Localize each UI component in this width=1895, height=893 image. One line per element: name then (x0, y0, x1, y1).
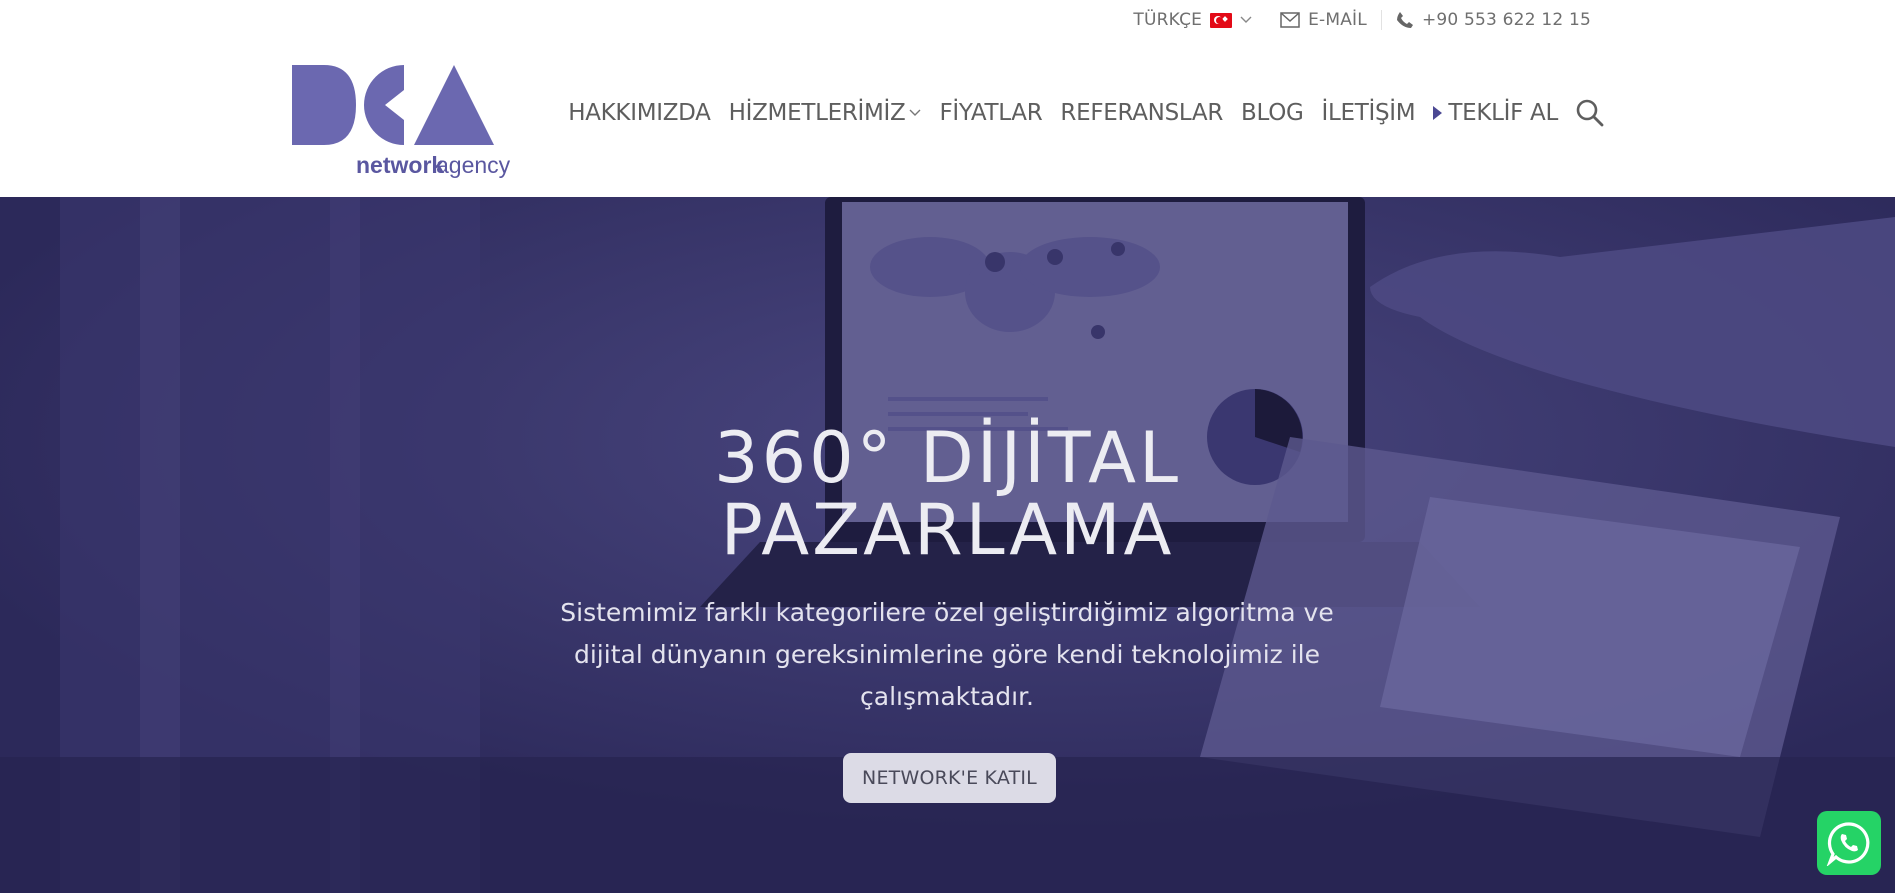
top-bar: TÜRKÇE E-MAİL +90 553 622 12 15 (0, 0, 1895, 42)
nav-contact[interactable]: İLETİŞİM (1313, 100, 1425, 126)
whatsapp-button[interactable] (1817, 811, 1881, 875)
whatsapp-icon (1826, 822, 1870, 866)
language-label: TÜRKÇE (1133, 10, 1203, 30)
envelope-icon (1280, 12, 1300, 28)
nav-quote-label: TEKLİF AL (1448, 100, 1558, 126)
logo-tagline-light: agency (436, 152, 511, 178)
nav-about-label: HAKKIMIZDA (568, 100, 711, 126)
logo-tagline-bold: network (356, 152, 444, 178)
nav-services[interactable]: HİZMETLERİMİZ (720, 100, 931, 126)
hero-subtitle: Sistemimiz farklı kategorilere özel geli… (560, 598, 1334, 711)
chevron-down-icon (1240, 16, 1252, 23)
nav-about[interactable]: HAKKIMIZDA (559, 100, 719, 126)
email-label: E-MAİL (1308, 10, 1367, 30)
turkey-flag-icon (1210, 12, 1233, 28)
hero-title-line2: PAZARLAMA (720, 489, 1175, 571)
nav-blog[interactable]: BLOG (1232, 100, 1313, 126)
hero-title-line1: 360° DİJİTAL (714, 417, 1181, 499)
play-icon (1433, 106, 1443, 120)
dca-logo[interactable]: network agency (292, 62, 514, 180)
phone-link[interactable]: +90 553 622 12 15 (1382, 10, 1605, 30)
nav-contact-label: İLETİŞİM (1321, 100, 1416, 126)
hero-section: 360° DİJİTAL PAZARLAMA Sistemimiz farklı… (0, 197, 1895, 893)
search-icon[interactable] (1575, 98, 1605, 128)
email-link[interactable]: E-MAİL (1266, 10, 1381, 30)
join-network-button[interactable]: NETWORK'E KATIL (843, 753, 1056, 803)
main-nav: HAKKIMIZDA HİZMETLERİMİZ FİYATLAR REFERA… (559, 98, 1605, 128)
nav-references[interactable]: REFERANSLAR (1051, 100, 1232, 126)
join-network-label: NETWORK'E KATIL (862, 767, 1037, 789)
language-selector[interactable]: TÜRKÇE (1119, 10, 1266, 30)
nav-prices[interactable]: FİYATLAR (930, 100, 1051, 126)
chevron-down-icon (909, 109, 921, 116)
logo-mark: network agency (292, 65, 511, 178)
site-header: network agency HAKKIMIZDA HİZMETLERİMİZ … (0, 42, 1895, 197)
nav-prices-label: FİYATLAR (939, 100, 1043, 126)
nav-blog-label: BLOG (1241, 100, 1304, 126)
nav-services-label: HİZMETLERİMİZ (728, 100, 906, 126)
nav-quote[interactable]: TEKLİF AL (1424, 100, 1567, 126)
phone-icon (1396, 12, 1413, 28)
top-bar-links: TÜRKÇE E-MAİL +90 553 622 12 15 (1119, 0, 1605, 40)
phone-label: +90 553 622 12 15 (1421, 10, 1591, 30)
hero-title: 360° DİJİTAL PAZARLAMA (0, 422, 1895, 566)
nav-references-label: REFERANSLAR (1060, 100, 1224, 126)
